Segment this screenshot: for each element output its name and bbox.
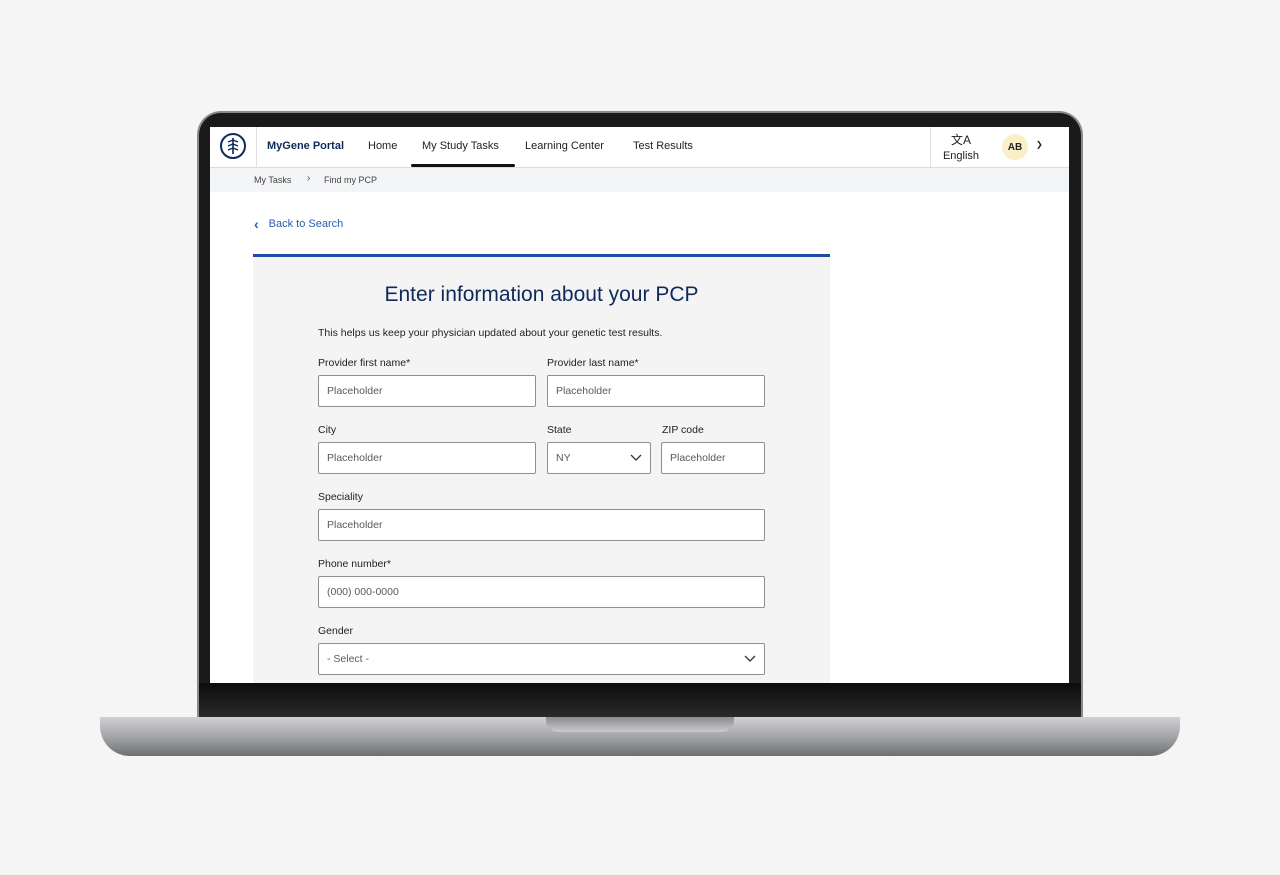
avatar[interactable]: AB (1002, 134, 1028, 160)
nav-learning-center[interactable]: Learning Center (525, 140, 604, 152)
breadcrumb: My Tasks › Find my PCP (210, 168, 1069, 192)
specialty-label: Speciality (318, 491, 363, 503)
breadcrumb-my-tasks[interactable]: My Tasks (254, 175, 291, 185)
zip-placeholder: Placeholder (670, 452, 726, 464)
language-label: English (942, 150, 980, 162)
laptop-bezel (199, 683, 1081, 717)
specialty-field[interactable]: Placeholder (318, 509, 765, 541)
last-name-field[interactable]: Placeholder (547, 375, 765, 407)
form-subtitle: This helps us keep your physician update… (318, 327, 663, 339)
phone-field[interactable]: (000) 000-0000 (318, 576, 765, 608)
back-to-search-link[interactable]: ‹ Back to Search (254, 216, 343, 232)
last-name-placeholder: Placeholder (556, 385, 612, 397)
active-nav-indicator (411, 164, 515, 167)
zip-label: ZIP code (662, 424, 704, 436)
phone-placeholder: (000) 000-0000 (327, 586, 399, 598)
first-name-field[interactable]: Placeholder (318, 375, 536, 407)
first-name-label: Provider first name* (318, 357, 411, 369)
specialty-placeholder: Placeholder (327, 519, 383, 531)
breadcrumb-find-my-pcp: Find my PCP (324, 175, 378, 185)
pcp-form-card: Enter information about your PCP This he… (253, 254, 830, 683)
chevron-down-icon[interactable]: ❯ (1036, 140, 1043, 149)
chevron-down-icon (744, 655, 756, 662)
app-screen: MyGene Portal Home My Study Tasks Learni… (210, 127, 1069, 683)
gender-value: - Select - (327, 653, 370, 665)
phone-label: Phone number* (318, 558, 391, 570)
city-placeholder: Placeholder (327, 452, 383, 464)
city-field[interactable]: Placeholder (318, 442, 536, 474)
last-name-label: Provider last name* (547, 357, 639, 369)
city-label: City (318, 424, 337, 436)
nav-my-study-tasks[interactable]: My Study Tasks (422, 140, 499, 152)
chevron-right-icon: › (307, 173, 311, 184)
language-switcher[interactable]: 文A English (936, 131, 986, 164)
state-value: NY (556, 452, 571, 464)
state-select[interactable]: NY (547, 442, 651, 474)
chevron-left-icon: ‹ (254, 216, 259, 232)
state-label: State (547, 424, 572, 436)
zip-field[interactable]: Placeholder (661, 442, 765, 474)
brand-name[interactable]: MyGene Portal (267, 140, 344, 152)
gender-label: Gender (318, 625, 354, 637)
first-name-placeholder: Placeholder (327, 385, 383, 397)
nav-home[interactable]: Home (368, 140, 397, 152)
nav-test-results[interactable]: Test Results (633, 140, 693, 152)
gender-select[interactable]: - Select - (318, 643, 765, 675)
top-nav: MyGene Portal Home My Study Tasks Learni… (210, 127, 1069, 168)
form-title: Enter information about your PCP (384, 283, 699, 306)
translate-icon: 文A (950, 133, 971, 147)
language-divider (930, 127, 931, 167)
laptop-notch (546, 717, 734, 732)
logo-icon[interactable] (220, 133, 246, 159)
back-link-label: Back to Search (268, 218, 344, 230)
logo-divider (256, 127, 257, 167)
chevron-down-icon (630, 454, 642, 461)
